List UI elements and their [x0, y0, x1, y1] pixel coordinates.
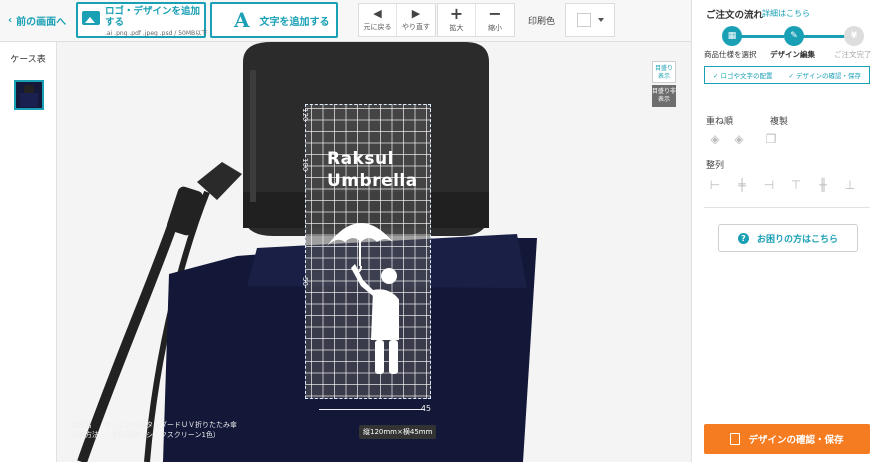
- chevron-left-icon: ‹: [8, 15, 13, 26]
- text-icon: A: [234, 8, 250, 32]
- divider: [704, 207, 870, 208]
- yen-icon: ¥: [844, 26, 864, 46]
- add-text-label: 文字を追加する: [259, 16, 330, 28]
- add-logo-label: ロゴ・デザインを追加する: [105, 6, 201, 28]
- design-text-line: Raksul: [327, 149, 394, 169]
- back-button[interactable]: ‹ 前の画面へ: [8, 13, 66, 28]
- grid-show-button[interactable]: 目盛り表示: [652, 61, 676, 83]
- flow-title: ご注文の流れ: [706, 10, 764, 21]
- side-thumbnails: ケース表: [0, 42, 57, 462]
- grid-hide-button[interactable]: 目盛り非表示: [652, 85, 676, 107]
- zoom-out-label: 縮小: [488, 24, 502, 32]
- print-method-label: 印刷方法: [71, 431, 99, 439]
- duplicate-icon[interactable]: ❐: [764, 132, 778, 146]
- duplicate-label: 複製: [770, 117, 789, 127]
- product-name-value: オリジナルスタンダードＵＶ折りたたみ傘: [104, 421, 237, 429]
- color-swatch: [576, 13, 591, 27]
- undo-icon: ◀: [373, 7, 382, 20]
- vertical-ruler: 120 100 50: [300, 104, 314, 399]
- zoom-in-label: 拡大: [449, 24, 464, 32]
- redo-icon: ▶: [411, 7, 421, 20]
- zoom-in-button[interactable]: + 拡大: [438, 4, 476, 36]
- side-title: ケース表: [10, 55, 46, 65]
- layer-order-label: 重ね順: [706, 117, 734, 127]
- substeps: ✓ ロゴや文字の配置 ✓ デザインの確認・保存: [704, 66, 870, 84]
- help-button-label: お困りの方はこちら: [756, 234, 838, 245]
- size-tag: 縦120mm×横45mm: [359, 425, 437, 439]
- document-icon: [730, 433, 741, 445]
- undo-label: 元に戻る: [363, 23, 392, 31]
- product-name-label: 商品名: [71, 421, 92, 429]
- horizontal-ruler: 45: [319, 404, 431, 420]
- ruler-line: [319, 409, 425, 410]
- send-backward-icon[interactable]: ◈: [732, 132, 746, 146]
- umbrella-person-logo[interactable]: [323, 210, 399, 380]
- ruler-width-value: 45: [420, 404, 431, 413]
- design-text-object[interactable]: Raksul Umbrella: [327, 148, 418, 192]
- ruler-tick-label: 120: [301, 108, 309, 122]
- zoom-out-button[interactable]: − 縮小: [476, 4, 514, 36]
- ruler-tick-label: 100: [301, 158, 309, 172]
- history-group: ◀ 元に戻る ▶ やり直す: [358, 3, 436, 37]
- ruler-tick-label: 50: [301, 277, 309, 286]
- progress-steps: ▦ ✎ ¥ 商品仕様を選択 デザイン編集 ご注文完了: [692, 24, 880, 66]
- print-color-select[interactable]: [565, 3, 615, 37]
- substep-item: ✓ ロゴや文字の配置: [712, 72, 773, 80]
- pencil-icon: ✎: [784, 26, 804, 46]
- grid-toggle: 目盛り表示 目盛り非表示: [652, 61, 676, 107]
- help-button[interactable]: ? お困りの方はこちら: [718, 224, 858, 252]
- back-label: 前の画面へ: [16, 17, 67, 28]
- design-canvas[interactable]: 120 100 50 Raksul Umbrella 45 縦120mm×横45…: [57, 42, 691, 462]
- redo-button[interactable]: ▶ やり直す: [397, 4, 435, 36]
- add-logo-button[interactable]: ロゴ・デザインを追加する .ai .png .pdf .jpeg .psd / …: [76, 2, 208, 38]
- align-label: 整列: [706, 161, 725, 171]
- align-top-icon[interactable]: ⊤: [789, 178, 803, 192]
- file-format-note: .ai .png .pdf .jpeg .psd / 50MB以下: [105, 30, 208, 37]
- minus-icon: −: [488, 4, 502, 23]
- print-color-label: 印刷色: [528, 17, 556, 27]
- add-text-button[interactable]: A 文字を追加する: [210, 2, 338, 38]
- substep-item: ✓ デザインの確認・保存: [788, 72, 861, 80]
- align-center-icon[interactable]: ╪: [735, 178, 749, 192]
- align-middle-icon[interactable]: ╫: [816, 178, 830, 192]
- product-info: 商品名 オリジナルスタンダードＵＶ折りたたみ傘 印刷方法 単色印刷（シルクスクリ…: [71, 420, 237, 440]
- align-bottom-icon[interactable]: ⊥: [843, 178, 857, 192]
- top-toolbar: ‹ 前の画面へ ロゴ・デザインを追加する .ai .png .pdf .jpeg…: [0, 0, 691, 42]
- step-label-current: デザイン編集: [770, 50, 815, 59]
- question-icon: ?: [737, 232, 749, 244]
- grid-icon: ▦: [722, 26, 742, 46]
- case-front-thumbnail[interactable]: [14, 80, 44, 110]
- flow-detail-link[interactable]: 詳細はこちら: [762, 8, 810, 19]
- confirm-save-button[interactable]: デザインの確認・保存: [704, 424, 870, 454]
- print-method-value: 単色印刷（シルクスクリーン1色）: [111, 431, 220, 439]
- align-right-icon[interactable]: ⊣: [762, 178, 776, 192]
- redo-label: やり直す: [402, 23, 430, 31]
- bring-forward-icon[interactable]: ◈: [708, 132, 722, 146]
- layer-order-buttons: ◈ ◈ ❐: [708, 132, 778, 146]
- align-buttons: ⊢ ╪ ⊣ ⊤ ╫ ⊥: [708, 178, 857, 192]
- chevron-down-icon: [597, 18, 604, 22]
- zoom-group: + 拡大 − 縮小: [437, 3, 515, 37]
- step-label: ご注文完了: [834, 50, 872, 59]
- align-left-icon[interactable]: ⊢: [708, 178, 722, 192]
- confirm-save-label: デザインの確認・保存: [748, 435, 844, 446]
- image-icon: [82, 11, 100, 25]
- plus-icon: +: [449, 4, 464, 23]
- step-label: 商品仕様を選択: [704, 50, 757, 59]
- design-text-line: Umbrella: [327, 171, 418, 191]
- undo-button[interactable]: ◀ 元に戻る: [359, 4, 397, 36]
- right-panel: ご注文の流れ 詳細はこちら ▦ ✎ ¥ 商品仕様を選択 デザイン編集 ご注文完了…: [691, 0, 880, 462]
